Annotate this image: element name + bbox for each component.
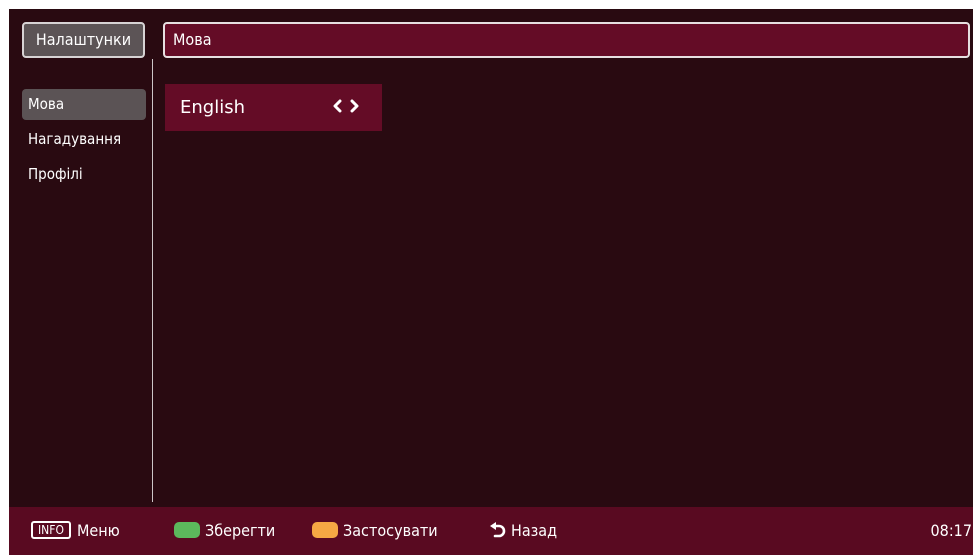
info-key-icon: INFO <box>31 520 71 539</box>
back-label: Назад <box>511 521 558 540</box>
section-title[interactable]: Налаштунки <box>22 22 145 58</box>
left-right-arrows-icon[interactable] <box>332 84 362 131</box>
orange-key-icon <box>312 521 338 538</box>
apply-hint[interactable]: Застосувати <box>312 507 438 555</box>
menu-label: Меню <box>76 521 120 540</box>
save-hint[interactable]: Зберегти <box>174 507 275 555</box>
apply-label: Застосувати <box>343 521 438 540</box>
menu-hint[interactable]: INFO Меню <box>31 507 120 555</box>
footer-bar: INFO Меню Зберегти Застосувати Назад 08:1… <box>9 507 973 555</box>
sidebar-divider <box>152 59 153 502</box>
save-label: Зберегти <box>205 521 276 540</box>
back-hint[interactable]: Назад <box>489 507 557 555</box>
page-title: Мова <box>163 22 970 58</box>
settings-screen: Налаштунки Мова Мова Нагадування Профілі… <box>9 9 973 555</box>
language-value: English <box>180 97 245 118</box>
sidebar-item-language[interactable]: Мова <box>22 89 146 120</box>
back-arrow-icon <box>490 521 506 537</box>
clock: 08:17 <box>930 521 972 540</box>
sidebar-item-profiles[interactable]: Профілі <box>22 159 146 190</box>
language-selector[interactable]: English <box>165 84 382 131</box>
green-key-icon <box>174 521 200 538</box>
sidebar-item-reminders[interactable]: Нагадування <box>22 124 146 155</box>
